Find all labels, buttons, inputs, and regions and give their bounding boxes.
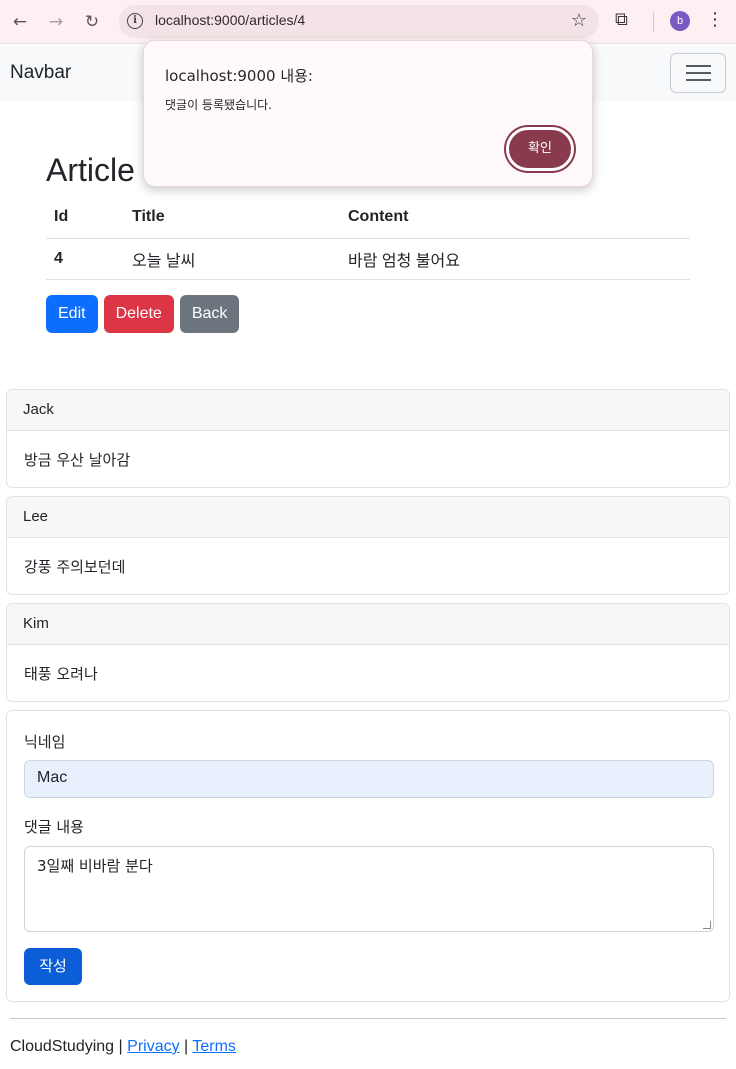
footer-divider: [10, 1018, 726, 1019]
resize-handle-icon[interactable]: [703, 921, 711, 929]
comment-form: 닉네임 Mac 댓글 내용 3일째 비바람 분다 작성: [6, 710, 730, 1002]
nickname-label: 닉네임: [24, 733, 66, 751]
footer-separator: |: [184, 1038, 189, 1055]
toolbar-divider: [653, 12, 654, 32]
back-button[interactable]: Back: [179, 295, 240, 333]
forward-arrow-icon[interactable]: →: [44, 10, 68, 34]
column-header-content: Content: [340, 197, 690, 239]
comment-card: Lee 강풍 주의보던데: [6, 496, 730, 595]
comment-body: 방금 우산 날아감: [24, 451, 131, 469]
extensions-icon[interactable]: ⧉: [615, 9, 628, 30]
reload-icon[interactable]: ↻: [80, 10, 104, 34]
comment-card: Kim 태풍 오려나: [6, 603, 730, 702]
comment-body: 태풍 오려나: [24, 665, 98, 683]
edit-button[interactable]: Edit: [46, 295, 98, 333]
comment-body-label: 댓글 내용: [24, 818, 84, 836]
browser-menu-icon[interactable]: ⋮: [706, 9, 724, 30]
navbar-brand[interactable]: Navbar: [10, 62, 71, 84]
submit-comment-button[interactable]: 작성: [24, 948, 82, 985]
footer: CloudStudying | Privacy | Terms: [10, 1038, 236, 1056]
alert-dialog: localhost:9000 내용: 댓글이 등록됐습니다. 확인: [143, 40, 593, 187]
navbar-toggler-button[interactable]: [670, 53, 726, 93]
nickname-input[interactable]: Mac: [24, 760, 714, 798]
comment-nickname: Jack: [7, 390, 729, 431]
site-info-icon[interactable]: i: [127, 13, 143, 29]
article-id-cell: 4: [46, 238, 124, 280]
column-header-title: Title: [124, 197, 340, 239]
hamburger-icon: [686, 65, 711, 67]
comment-nickname: Lee: [7, 497, 729, 538]
footer-separator: |: [118, 1038, 123, 1055]
bookmark-star-icon[interactable]: ☆: [571, 10, 587, 31]
hamburger-icon: [686, 72, 711, 74]
comment-body-textarea[interactable]: 3일째 비바람 분다: [24, 846, 714, 932]
hamburger-icon: [686, 79, 711, 81]
comment-nickname: Kim: [7, 604, 729, 645]
table-header-row: Id Title Content: [46, 197, 690, 239]
back-arrow-icon[interactable]: ←: [8, 10, 32, 34]
delete-button[interactable]: Delete: [103, 295, 174, 333]
terms-link[interactable]: Terms: [192, 1038, 236, 1055]
browser-toolbar: ← → ↻ i localhost:9000/articles/4 ☆ ⧉ b …: [0, 0, 736, 44]
footer-brand: CloudStudying: [10, 1038, 115, 1055]
article-title-cell: 오늘 날씨: [124, 238, 340, 280]
page-title: Article: [46, 152, 135, 188]
alert-ok-button[interactable]: 확인: [506, 127, 574, 171]
comment-body-value: 3일째 비바람 분다: [37, 857, 153, 875]
article-table: Id Title Content 4 오늘 날씨 바람 엄청 불어요: [46, 197, 690, 280]
article-content-cell: 바람 엄청 불어요: [340, 238, 690, 280]
privacy-link[interactable]: Privacy: [127, 1038, 179, 1055]
profile-avatar[interactable]: b: [670, 11, 690, 31]
column-header-id: Id: [46, 197, 124, 239]
url-text[interactable]: localhost:9000/articles/4: [155, 12, 305, 28]
alert-message: 댓글이 등록됐습니다.: [165, 98, 272, 112]
alert-title: localhost:9000 내용:: [165, 67, 313, 85]
table-row: 4 오늘 날씨 바람 엄청 불어요: [46, 238, 690, 280]
article-actions: Edit Delete Back: [46, 295, 240, 333]
comment-body: 강풍 주의보던데: [24, 558, 126, 576]
comment-card: Jack 방금 우산 날아감: [6, 389, 730, 488]
address-bar[interactable]: i localhost:9000/articles/4 ☆: [119, 5, 599, 38]
